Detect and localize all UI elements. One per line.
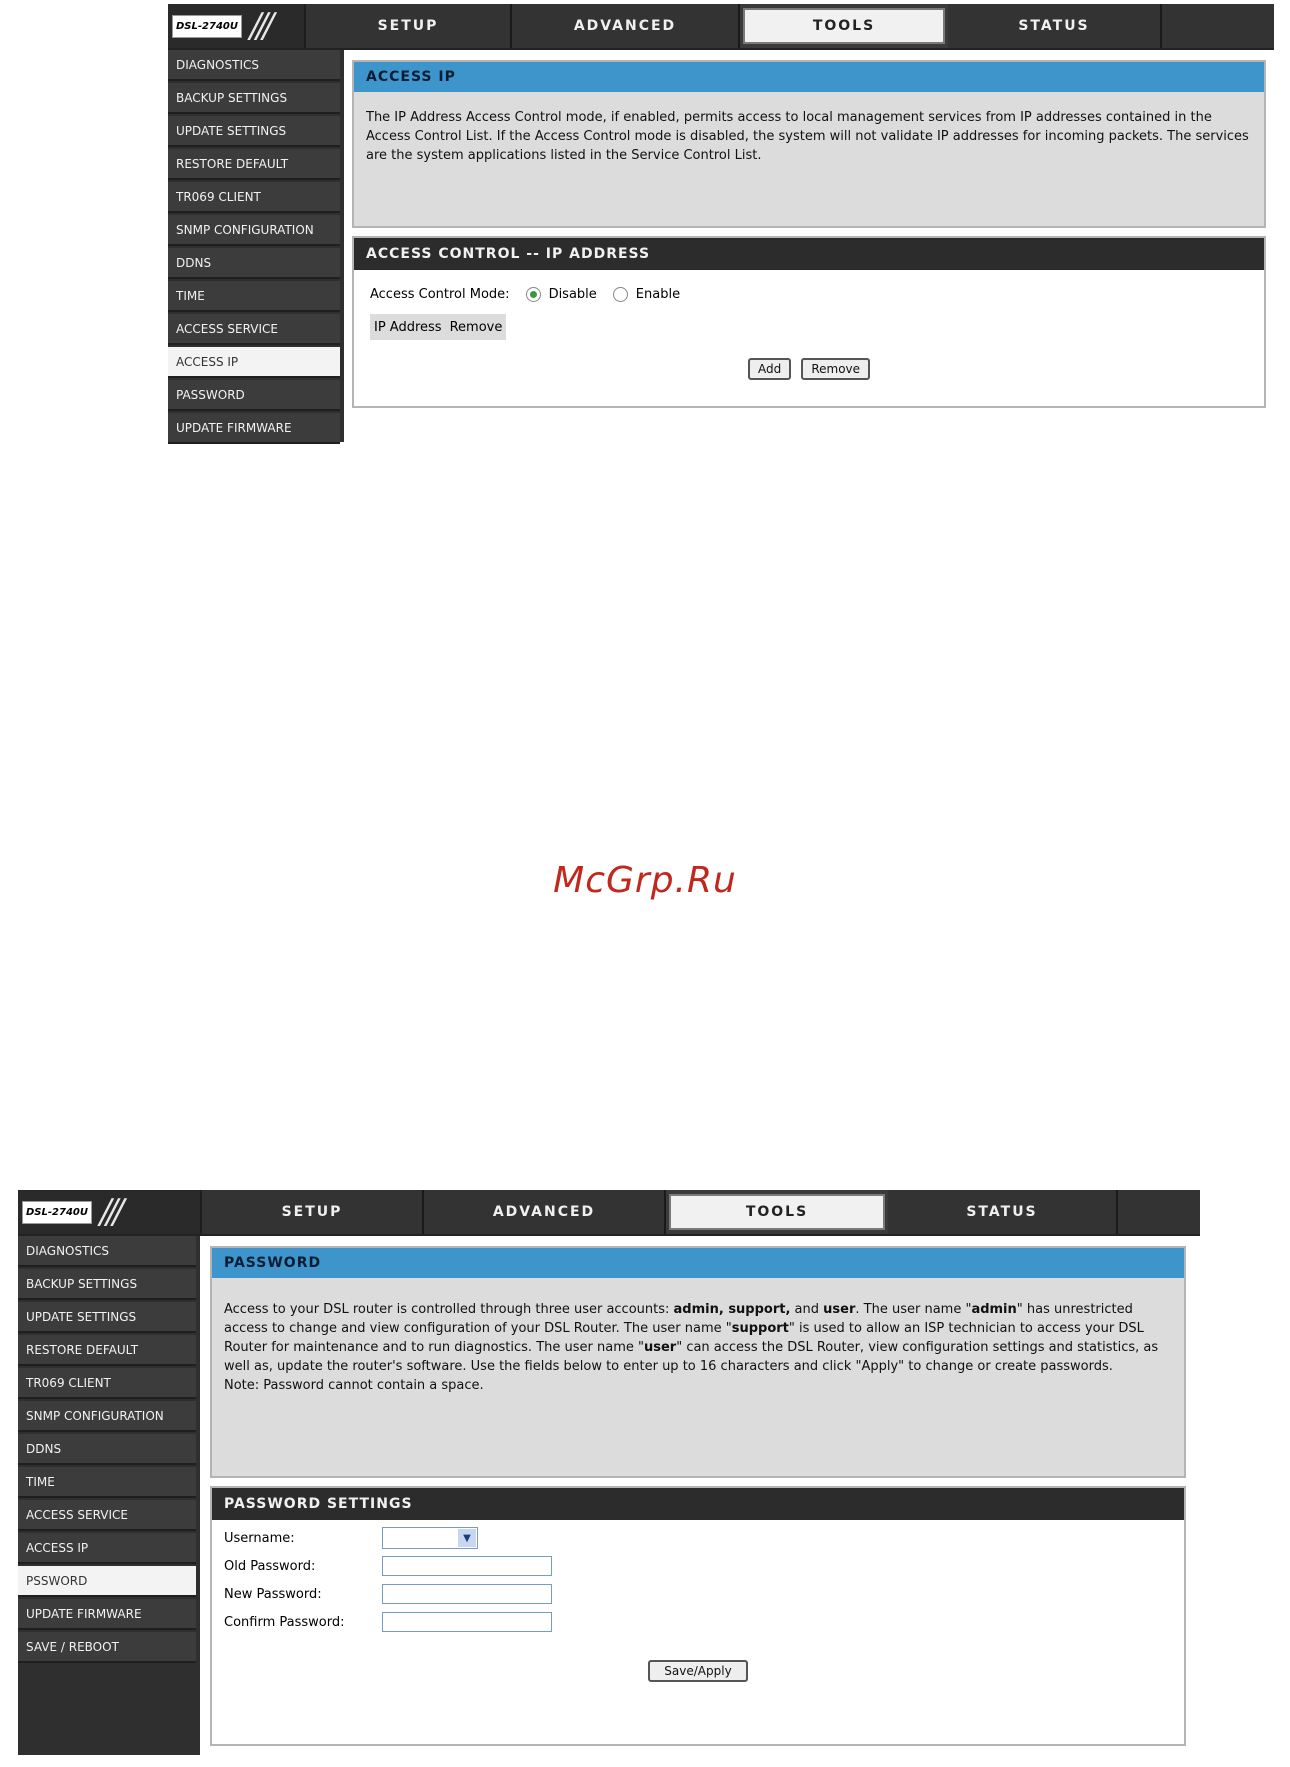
sidebar-item-restore-default[interactable]: RESTORE DEFAULT [18, 1335, 196, 1366]
sidebar-item-password[interactable]: PASSWORD [168, 380, 340, 411]
username-row: Username: ▼ [212, 1524, 1184, 1552]
logo-slashes: /// [99, 1192, 124, 1232]
sidebar-item-access-ip[interactable]: ACCESS IP [18, 1533, 196, 1564]
tab-status[interactable]: STATUS [888, 1190, 1118, 1234]
ip-table-header: IP Address Remove [370, 314, 507, 340]
account-support: support [731, 1321, 789, 1336]
chevron-down-icon: ▼ [458, 1529, 476, 1547]
sidebar-item-access-service[interactable]: ACCESS SERVICE [168, 314, 340, 345]
account-user: user [823, 1302, 856, 1317]
account-list: admin, support, [673, 1302, 791, 1317]
password-note: Note: Password cannot contain a space. [224, 1378, 484, 1393]
sidebar-item-update-settings[interactable]: UPDATE SETTINGS [18, 1302, 196, 1333]
brand-logo: DSL-2740U /// [18, 1190, 202, 1234]
top-nav: DSL-2740U /// SETUP ADVANCED TOOLS STATU… [168, 4, 1274, 50]
old-password-label: Old Password: [224, 1558, 316, 1574]
sidebar-item-update-firmware[interactable]: UPDATE FIRMWARE [18, 1599, 196, 1630]
username-label: Username: [224, 1530, 295, 1546]
sidebar-item-password[interactable]: PSSWORD [18, 1566, 196, 1597]
username-select[interactable]: ▼ [382, 1527, 478, 1549]
access-control-mode-label: Access Control Mode: [370, 286, 510, 302]
save-apply-button[interactable]: Save/Apply [648, 1660, 748, 1682]
add-button[interactable]: Add [747, 358, 792, 380]
sidebar-item-access-ip[interactable]: ACCESS IP [168, 347, 340, 378]
main-content: ACCESS IP The IP Address Access Control … [344, 50, 1274, 442]
watermark: McGrp.Ru [553, 860, 737, 901]
sidebar-item-tr069-client[interactable]: TR069 CLIENT [168, 182, 340, 213]
panel-title: ACCESS IP [354, 62, 1264, 92]
account-admin: admin [971, 1302, 1017, 1317]
ip-address-column: IP Address [374, 319, 442, 335]
new-password-label: New Password: [224, 1586, 322, 1602]
disable-label: Disable [548, 286, 597, 302]
access-ip-info-panel: ACCESS IP The IP Address Access Control … [352, 60, 1266, 228]
new-password-row: New Password: [212, 1580, 1184, 1608]
panel-description: Access to your DSL router is controlled … [212, 1278, 1184, 1411]
disable-radio[interactable] [525, 286, 541, 302]
tab-status[interactable]: STATUS [948, 4, 1162, 48]
password-info-panel: PASSWORD Access to your DSL router is co… [210, 1246, 1186, 1478]
panel-description: The IP Address Access Control mode, if e… [366, 110, 1249, 163]
confirm-password-row: Confirm Password: [212, 1608, 1184, 1636]
tab-filler [1118, 1190, 1200, 1234]
remove-button[interactable]: Remove [801, 358, 871, 380]
enable-label: Enable [635, 286, 681, 302]
main-content: PASSWORD Access to your DSL router is co… [200, 1236, 1200, 1755]
panel-title: PASSWORD [212, 1248, 1184, 1278]
new-password-input[interactable] [382, 1584, 552, 1604]
brand-logo: DSL-2740U /// [168, 4, 306, 48]
logo-badge: DSL-2740U [22, 1200, 92, 1224]
section-title: ACCESS CONTROL -- IP ADDRESS [354, 238, 1264, 270]
section-title: PASSWORD SETTINGS [212, 1488, 1184, 1520]
sidebar-item-backup-settings[interactable]: BACKUP SETTINGS [168, 83, 340, 114]
password-settings-panel: PASSWORD SETTINGS Username: ▼ Old Passwo… [210, 1486, 1186, 1746]
sidebar-item-save-reboot[interactable]: SAVE / REBOOT [18, 1632, 196, 1663]
sidebar-item-snmp-configuration[interactable]: SNMP CONFIGURATION [18, 1401, 196, 1432]
sidebar-item-update-firmware[interactable]: UPDATE FIRMWARE [168, 413, 340, 444]
sidebar-item-diagnostics[interactable]: DIAGNOSTICS [18, 1236, 196, 1267]
access-control-panel: ACCESS CONTROL -- IP ADDRESS Access Cont… [352, 236, 1266, 408]
sidebar-item-backup-settings[interactable]: BACKUP SETTINGS [18, 1269, 196, 1300]
confirm-password-input[interactable] [382, 1612, 552, 1632]
sidebar: DIAGNOSTICS BACKUP SETTINGS UPDATE SETTI… [18, 1236, 196, 1665]
sidebar-item-update-settings[interactable]: UPDATE SETTINGS [168, 116, 340, 147]
sidebar-item-restore-default[interactable]: RESTORE DEFAULT [168, 149, 340, 180]
sidebar-item-time[interactable]: TIME [18, 1467, 196, 1498]
description-text: and [790, 1302, 824, 1317]
sidebar-item-ddns[interactable]: DDNS [168, 248, 340, 279]
top-nav: DSL-2740U /// SETUP ADVANCED TOOLS STATU… [18, 1190, 1200, 1236]
account-user-name: user [643, 1340, 677, 1355]
tab-advanced[interactable]: ADVANCED [512, 4, 740, 48]
old-password-row: Old Password: [212, 1552, 1184, 1580]
description-text: . The user name " [855, 1302, 972, 1317]
sidebar-item-diagnostics[interactable]: DIAGNOSTICS [168, 50, 340, 81]
confirm-password-label: Confirm Password: [224, 1614, 345, 1630]
description-text: Access to your DSL router is controlled … [224, 1302, 674, 1317]
remove-column: Remove [449, 319, 503, 335]
tab-tools[interactable]: TOOLS [669, 1194, 885, 1230]
sidebar-item-snmp-configuration[interactable]: SNMP CONFIGURATION [168, 215, 340, 246]
enable-radio[interactable] [612, 286, 628, 302]
tab-tools[interactable]: TOOLS [743, 8, 945, 44]
tab-setup[interactable]: SETUP [306, 4, 512, 48]
tab-filler [1162, 4, 1274, 48]
tab-advanced[interactable]: ADVANCED [424, 1190, 666, 1234]
tab-setup[interactable]: SETUP [202, 1190, 424, 1234]
logo-slashes: /// [249, 6, 274, 46]
sidebar-item-time[interactable]: TIME [168, 281, 340, 312]
logo-badge: DSL-2740U [172, 14, 242, 38]
sidebar-item-access-service[interactable]: ACCESS SERVICE [18, 1500, 196, 1531]
sidebar-item-tr069-client[interactable]: TR069 CLIENT [18, 1368, 196, 1399]
old-password-input[interactable] [382, 1556, 552, 1576]
sidebar-item-ddns[interactable]: DDNS [18, 1434, 196, 1465]
sidebar: DIAGNOSTICS BACKUP SETTINGS UPDATE SETTI… [168, 50, 340, 446]
password-screenshot: DSL-2740U /// SETUP ADVANCED TOOLS STATU… [18, 1190, 1200, 1755]
access-ip-screenshot: DSL-2740U /// SETUP ADVANCED TOOLS STATU… [168, 4, 1274, 444]
